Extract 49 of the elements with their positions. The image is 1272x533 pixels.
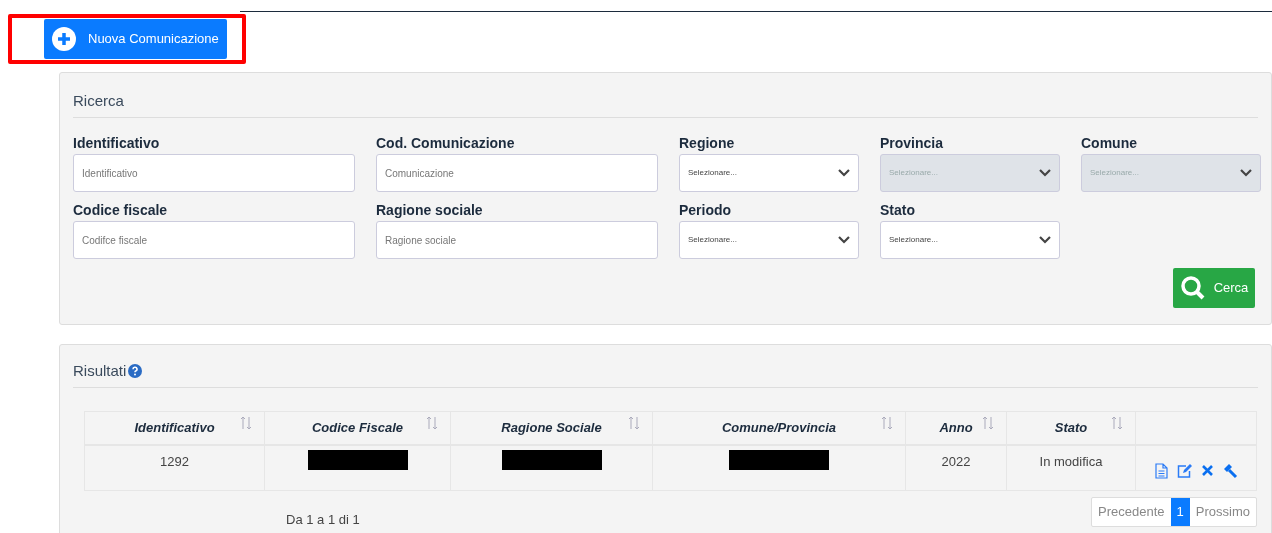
input-field[interactable]: Codifce fiscale xyxy=(73,221,355,259)
column-header[interactable]: Stato xyxy=(1054,417,1088,438)
sort-icon xyxy=(240,415,252,430)
chevron-down-icon xyxy=(1039,236,1051,244)
page-button[interactable]: Prossimo xyxy=(1189,497,1256,526)
input-field[interactable]: Identificativo xyxy=(73,154,355,192)
page-button[interactable]: Precedente xyxy=(1092,497,1171,526)
page-button[interactable]: 1 xyxy=(1170,497,1190,526)
close-icon[interactable] xyxy=(1201,465,1213,476)
sort-icon xyxy=(881,415,893,430)
table-cell-text: In modifica xyxy=(1039,452,1103,471)
panel-title: Risultati xyxy=(73,361,127,381)
input-field[interactable]: Ragione sociale xyxy=(376,221,658,259)
results-info: Da 1 a 1 di 1 xyxy=(286,510,360,529)
field-label: Identificativo xyxy=(73,134,161,153)
chevron-down-icon xyxy=(1240,169,1252,177)
field-label: Regione xyxy=(679,134,736,153)
plus-circle-icon xyxy=(52,27,76,51)
input-field[interactable]: Comunicazione xyxy=(376,154,658,192)
chevron-down-icon xyxy=(838,236,850,244)
table-cell-text: 1292 xyxy=(160,452,189,471)
field-label: Cod. Comunicazione xyxy=(376,134,516,153)
panel-title: Ricerca xyxy=(73,92,124,109)
column-header[interactable]: Codice Fiscale xyxy=(311,417,403,438)
chevron-down-icon xyxy=(1039,169,1051,177)
search-icon xyxy=(1179,275,1206,301)
new-communication-button[interactable]: Nuova Comunicazione xyxy=(44,19,227,59)
column-header[interactable]: Identificativo xyxy=(134,417,215,438)
field-label: Comune xyxy=(1081,134,1138,153)
select-field[interactable]: Selezionare... xyxy=(880,221,1060,259)
field-label: Codice fiscale xyxy=(73,201,169,220)
field-label: Stato xyxy=(880,201,916,220)
edit-icon[interactable] xyxy=(1176,463,1193,478)
document-icon[interactable] xyxy=(1154,462,1168,479)
select-field[interactable]: Selezionare... xyxy=(679,154,859,192)
sort-icon xyxy=(426,415,438,430)
select-field[interactable]: Selezionare... xyxy=(679,221,859,259)
field-label: Provincia xyxy=(880,134,945,153)
sort-icon xyxy=(628,415,640,430)
field-label: Ragione sociale xyxy=(376,201,484,220)
field-label: Periodo xyxy=(679,201,733,220)
chevron-down-icon xyxy=(838,169,850,177)
column-header[interactable]: Anno xyxy=(939,417,973,438)
table-cell-text: 2022 xyxy=(941,452,971,471)
help-icon[interactable] xyxy=(128,364,143,379)
column-header[interactable]: Ragione Sociale xyxy=(501,417,602,438)
sort-icon xyxy=(982,415,994,430)
column-header[interactable]: Comune/Provincia xyxy=(721,417,837,438)
sort-icon xyxy=(1111,415,1123,430)
